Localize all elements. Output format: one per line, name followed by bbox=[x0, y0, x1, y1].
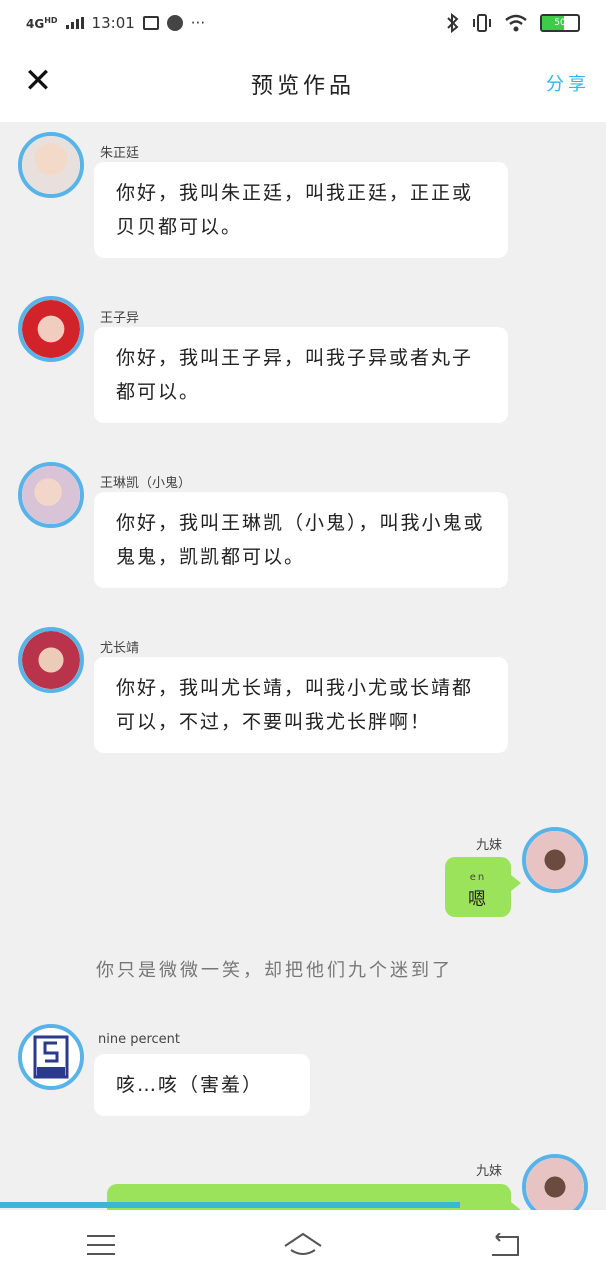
menu-button[interactable] bbox=[81, 1230, 121, 1260]
message-bubble: 你好，我叫尤长靖，叫我小尤或长靖都可以，不过，不要叫我尤长胖啊！ bbox=[94, 657, 508, 753]
page-title: 预览作品 bbox=[250, 74, 355, 99]
back-icon bbox=[492, 1233, 519, 1256]
network-indicator: 4GHD bbox=[26, 15, 58, 31]
message-bubble: 你好，我叫王子异，叫我子异或者丸子都可以。 bbox=[94, 327, 508, 423]
sender-name: 王子异 bbox=[100, 311, 140, 326]
message-bubble: 咳…咳（害羞） bbox=[94, 1054, 310, 1116]
message-text: 嗯 bbox=[468, 889, 488, 910]
navigation-bar bbox=[0, 1210, 606, 1280]
sender-name: 九妹 bbox=[476, 1164, 503, 1179]
calendar-icon bbox=[142, 16, 159, 30]
sender-name: 尤长靖 bbox=[100, 641, 140, 656]
close-icon: ✕ bbox=[23, 61, 53, 101]
close-button[interactable]: ✕ bbox=[22, 64, 54, 98]
nine-percent-logo-icon bbox=[33, 1035, 69, 1079]
status-time: 13:01 bbox=[91, 14, 135, 32]
status-bar: 4GHD 13:01 ··· 50 bbox=[0, 0, 606, 46]
vibrate-icon bbox=[473, 14, 491, 32]
title-bar: ✕ 预览作品 分享 bbox=[0, 46, 606, 122]
share-button[interactable]: 分享 bbox=[546, 70, 590, 96]
menu-icon bbox=[87, 1235, 115, 1255]
home-icon bbox=[284, 1232, 322, 1255]
sender-name: nine percent bbox=[98, 1032, 181, 1047]
battery-level: 50 bbox=[554, 18, 566, 28]
avatar[interactable] bbox=[18, 627, 84, 693]
message-bubble: 你好，我叫朱正廷，叫我正廷，正正或贝贝都可以。 bbox=[94, 162, 508, 258]
wifi-icon bbox=[505, 14, 527, 32]
avatar[interactable] bbox=[18, 296, 84, 362]
pinyin-label: en bbox=[469, 872, 487, 883]
battery-icon: 50 bbox=[540, 14, 580, 32]
sender-name: 朱正廷 bbox=[100, 146, 140, 161]
scroll-progress-bar bbox=[0, 1202, 460, 1208]
sender-name: 九妹 bbox=[476, 838, 503, 853]
avatar-self[interactable] bbox=[522, 827, 588, 893]
bluetooth-icon bbox=[447, 13, 459, 33]
avatar[interactable] bbox=[18, 1024, 84, 1090]
chat-area[interactable]: 朱正廷 你好，我叫朱正廷，叫我正廷，正正或贝贝都可以。 王子异 你好，我叫王子异… bbox=[0, 122, 606, 1210]
avatar[interactable] bbox=[18, 132, 84, 198]
narration-text: 你只是微微一笑，却把他们九个迷到了 bbox=[96, 960, 453, 981]
back-button[interactable] bbox=[485, 1230, 525, 1260]
more-indicator: ··· bbox=[190, 14, 206, 32]
signal-icon bbox=[65, 17, 84, 29]
message-bubble-self: en 嗯 bbox=[445, 857, 521, 917]
app-icon bbox=[166, 15, 183, 31]
avatar-self[interactable] bbox=[522, 1154, 588, 1210]
message-bubble: 你好，我叫王琳凯（小鬼），叫我小鬼或鬼鬼，凯凯都可以。 bbox=[94, 492, 508, 588]
avatar[interactable] bbox=[18, 462, 84, 528]
sender-name: 王琳凯（小鬼） bbox=[100, 476, 192, 491]
home-button[interactable] bbox=[283, 1230, 323, 1260]
